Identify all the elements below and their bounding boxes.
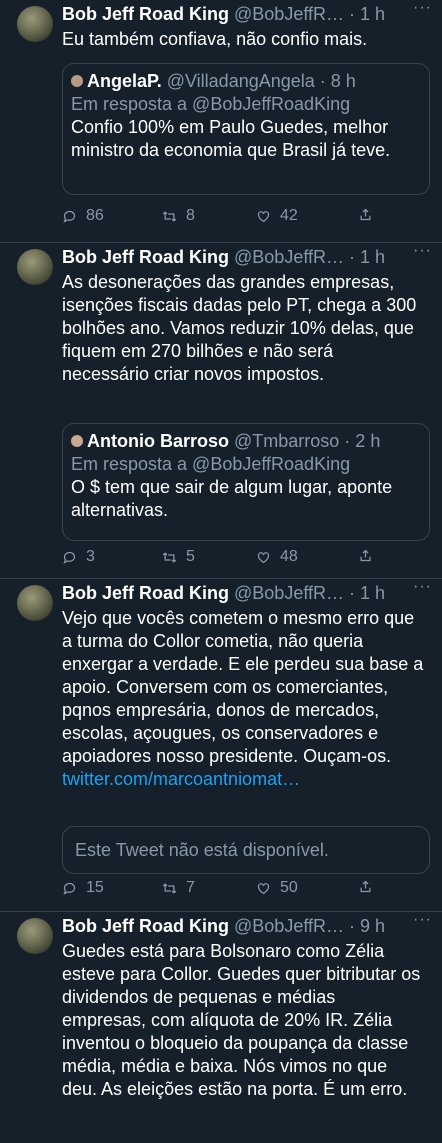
tweet-actions: 3 5 48 (62, 548, 442, 572)
timestamp[interactable]: · 1 h (349, 4, 385, 24)
avatar[interactable] (17, 585, 53, 621)
reply-count: 15 (86, 879, 104, 896)
like-count: 48 (280, 548, 298, 565)
quoted-tweet[interactable]: AngelaP. @VilladangAngela · 8 h Em respo… (62, 63, 430, 195)
more-options-icon[interactable]: ··· (413, 579, 432, 601)
like-count: 42 (280, 207, 298, 224)
tweet-header: Bob Jeff Road King @BobJeffR… · 1 h ··· (62, 243, 432, 271)
retweet-count: 5 (186, 548, 195, 565)
retweet-icon (162, 210, 177, 222)
tweet-header: Bob Jeff Road King @BobJeffR… · 1 h ··· (62, 579, 432, 607)
retweet-icon (162, 882, 177, 894)
avatar[interactable] (17, 918, 53, 954)
retweet-button[interactable]: 7 (162, 879, 195, 897)
share-icon (360, 208, 371, 221)
author-handle[interactable]: @BobJeffR… (234, 583, 344, 603)
author-name[interactable]: Bob Jeff Road King (62, 4, 229, 24)
reply-button[interactable]: 86 (62, 207, 104, 225)
quoted-avatar (71, 435, 83, 448)
like-button[interactable]: 50 (256, 879, 298, 897)
reply-context: Em resposta a @BobJeffRoadKing (71, 454, 351, 474)
tweet[interactable]: Bob Jeff Road King @BobJeffR… · 1 h ··· … (0, 243, 442, 579)
like-button[interactable]: 48 (256, 548, 298, 566)
share-icon (360, 880, 371, 893)
tweet-link[interactable]: twitter.com/marcoantniomat… (62, 769, 300, 789)
more-options-icon[interactable]: ··· (413, 0, 432, 22)
reply-count: 86 (86, 207, 104, 224)
tweet-text: Guedes está para Bolsonaro como Zélia es… (62, 941, 421, 1099)
author-name[interactable]: Bob Jeff Road King (62, 583, 229, 603)
author-name[interactable]: Bob Jeff Road King (62, 247, 229, 267)
share-icon (360, 549, 371, 562)
retweet-icon (162, 551, 177, 563)
unavailable-tweet-notice: Este Tweet não está disponível. (62, 826, 430, 874)
reply-icon (63, 551, 76, 564)
retweet-button[interactable]: 8 (162, 207, 195, 225)
retweet-count: 8 (186, 207, 195, 224)
author-handle[interactable]: @BobJeffR… (234, 916, 344, 936)
reply-button[interactable]: 3 (62, 548, 95, 566)
timestamp[interactable]: · 1 h (349, 583, 385, 603)
heart-icon (257, 882, 270, 894)
like-count: 50 (280, 879, 298, 896)
author-handle[interactable]: @BobJeffR… (234, 247, 344, 267)
heart-icon (257, 210, 270, 222)
heart-icon (257, 551, 270, 563)
quoted-author-handle: @VilladangAngela · 8 h (166, 71, 356, 91)
tweet[interactable]: Bob Jeff Road King @BobJeffR… · 1 h ··· … (0, 579, 442, 912)
quoted-text: Confio 100% em Paulo Guedes, melhor mini… (71, 117, 391, 160)
retweet-count: 7 (186, 879, 195, 896)
avatar[interactable] (17, 6, 53, 42)
share-button[interactable] (358, 548, 382, 563)
reply-context: Em resposta a @BobJeffRoadKing (71, 94, 351, 114)
tweet-body: Vejo que vocês cometem o mesmo erro que … (62, 608, 424, 766)
quoted-author-name: AngelaP. (87, 71, 162, 91)
more-options-icon[interactable]: ··· (413, 912, 432, 934)
timestamp[interactable]: · 9 h (349, 916, 385, 936)
tweet-header: Bob Jeff Road King @BobJeffR… · 9 h ··· (62, 912, 432, 940)
like-button[interactable]: 42 (256, 207, 298, 225)
reply-icon (63, 882, 76, 895)
reply-count: 3 (86, 548, 95, 565)
share-button[interactable] (358, 879, 382, 894)
more-options-icon[interactable]: ··· (413, 243, 432, 265)
quoted-tweet[interactable]: Antonio Barroso @Tmbarroso · 2 h Em resp… (62, 423, 430, 541)
share-button[interactable] (358, 207, 382, 222)
tweet-actions: 15 7 50 (62, 879, 442, 903)
retweet-button[interactable]: 5 (162, 548, 195, 566)
tweet-text: Eu também confiava, não confio mais. (62, 29, 368, 49)
tweet-actions: 86 8 42 (62, 207, 442, 231)
quoted-avatar (71, 75, 83, 88)
tweet-header: Bob Jeff Road King @BobJeffR… · 1 h ··· (62, 0, 432, 28)
reply-button[interactable]: 15 (62, 879, 104, 897)
quoted-author-handle: @Tmbarroso · 2 h (234, 431, 381, 451)
tweet[interactable]: Bob Jeff Road King @BobJeffR… · 1 h ··· … (0, 0, 442, 243)
quoted-text: O $ tem que sair de algum lugar, aponte … (71, 477, 393, 520)
author-name[interactable]: Bob Jeff Road King (62, 916, 229, 936)
tweet-text: As desonerações das grandes empresas, is… (62, 272, 417, 384)
avatar[interactable] (17, 249, 53, 285)
tweet[interactable]: Bob Jeff Road King @BobJeffR… · 9 h ··· … (0, 912, 442, 1143)
reply-icon (63, 210, 76, 223)
quoted-author-name: Antonio Barroso (87, 431, 229, 451)
timestamp[interactable]: · 1 h (349, 247, 385, 267)
tweet-text: Vejo que vocês cometem o mesmo erro que … (62, 607, 432, 791)
author-handle[interactable]: @BobJeffR… (234, 4, 344, 24)
